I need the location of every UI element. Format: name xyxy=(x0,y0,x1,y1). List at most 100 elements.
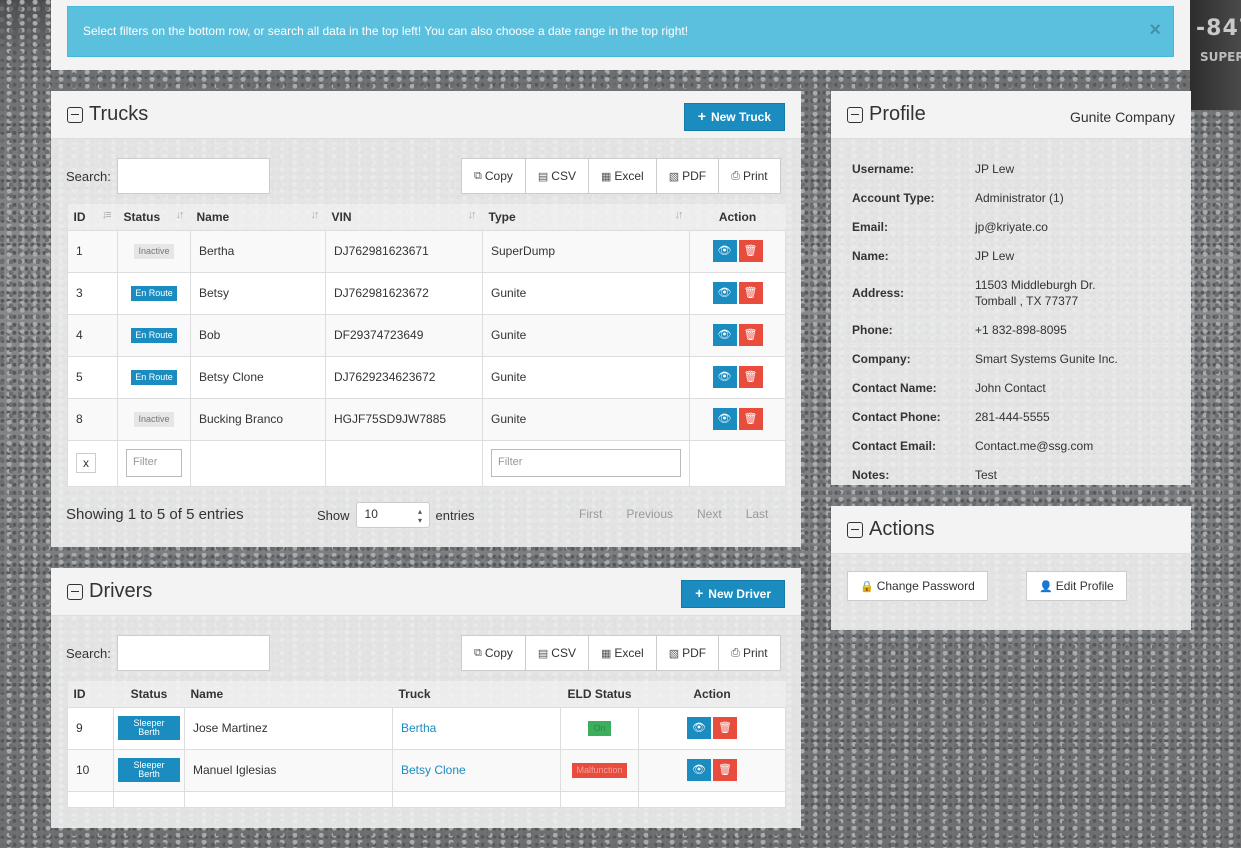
eld-status-badge: Malfunction xyxy=(572,763,627,778)
col-status[interactable]: Status ↓↑ xyxy=(117,204,191,230)
csv-button[interactable]: ▤ CSV xyxy=(524,635,589,671)
copy-button[interactable]: ⧉ Copy xyxy=(461,158,526,194)
change-password-button[interactable]: 🔒 Change Password xyxy=(847,571,988,601)
pdf-button[interactable]: ▧ PDF xyxy=(655,158,720,194)
status-badge: Inactive xyxy=(134,244,174,259)
sort-icon: ↓↑ xyxy=(310,209,320,221)
pager-previous[interactable]: Previous xyxy=(626,507,673,521)
col-name[interactable]: Name xyxy=(184,681,393,707)
actions-panel-header: Actions xyxy=(831,506,1191,554)
col-action: Action xyxy=(638,681,786,707)
col-id[interactable]: ID ↓≡ xyxy=(67,204,118,230)
pager-last[interactable]: Last xyxy=(746,507,769,521)
status-badge: Sleeper Berth xyxy=(118,716,180,740)
col-vin[interactable]: VIN ↓↑ xyxy=(325,204,483,230)
trash-icon[interactable]: 🗑 xyxy=(738,240,763,262)
status-filter-input[interactable]: Filter xyxy=(126,449,182,477)
trash-icon[interactable]: 🗑 xyxy=(738,408,763,430)
status-badge: En Route xyxy=(131,328,177,343)
col-id[interactable]: ID xyxy=(67,681,114,707)
file-icon: ▤ xyxy=(537,170,549,183)
truck-link[interactable]: Bertha xyxy=(401,721,436,735)
page-length-select[interactable]: 10 xyxy=(355,502,430,528)
status-badge: En Route xyxy=(131,370,177,385)
print-button[interactable]: ⎙ Print xyxy=(718,158,781,194)
alert-container: Select filters on the bottom row, or sea… xyxy=(51,0,1190,70)
col-eld-status[interactable]: ELD Status xyxy=(560,681,639,707)
print-icon: ⎙ xyxy=(731,646,740,659)
pager-first[interactable]: First xyxy=(579,507,602,521)
drivers-title: Drivers xyxy=(89,580,153,602)
new-driver-button[interactable]: + New Driver xyxy=(681,580,785,608)
drivers-panel: Drivers + New Driver Search: ⧉ Copy ▤ CSV ▦… xyxy=(51,568,801,828)
excel-button[interactable]: ▦ Excel xyxy=(587,158,657,194)
sort-asc-icon: ↓≡ xyxy=(101,209,112,221)
trucks-search-input[interactable] xyxy=(116,158,270,194)
alert-text: Select filters on the bottom row, or sea… xyxy=(83,24,689,38)
col-action: Action xyxy=(689,204,786,230)
col-type[interactable]: Type ↓↑ xyxy=(482,204,690,230)
view-icon[interactable]: 👁 xyxy=(687,717,711,739)
new-truck-button[interactable]: + New Truck xyxy=(683,103,785,131)
copy-button[interactable]: ⧉ Copy xyxy=(461,635,526,671)
collapse-icon[interactable] xyxy=(67,583,83,600)
collapse-icon[interactable] xyxy=(847,106,863,123)
drivers-export-buttons: ⧉ Copy ▤ CSV ▦ Excel ▧ PDF ⎙ Print xyxy=(461,635,781,671)
profile-panel-header: Profile Gunite Company xyxy=(831,91,1191,139)
view-icon[interactable]: 👁 xyxy=(712,324,737,346)
trash-icon[interactable]: 🗑 xyxy=(738,366,763,388)
excel-icon: ▦ xyxy=(600,170,612,183)
trucks-table: ID ↓≡ Status ↓↑ Name ↓↑ VIN ↓↑ Type ↓↑ Action… xyxy=(67,204,786,487)
table-row: 9 Sleeper Berth Jose Martinez Bertha On … xyxy=(67,706,786,750)
table-row: 4 En Route Bob DF29374723649 Gunite 👁 🗑 xyxy=(67,313,786,357)
profile-panel: Profile Gunite Company Username: JP Lew A… xyxy=(831,91,1191,485)
view-icon[interactable]: 👁 xyxy=(687,759,711,781)
collapse-icon[interactable] xyxy=(847,521,863,538)
view-icon[interactable]: 👁 xyxy=(712,282,737,304)
sort-icon: ↓↑ xyxy=(175,209,185,221)
type-filter-input[interactable]: Filter xyxy=(491,449,681,477)
profile-details: Username: JP Lew Account Type: Administrat… xyxy=(846,155,1176,489)
view-icon[interactable]: 👁 xyxy=(712,408,737,430)
truck-link[interactable]: Betsy Clone xyxy=(401,763,466,777)
pdf-icon: ▧ xyxy=(668,170,680,183)
collapse-icon[interactable] xyxy=(67,106,83,123)
background-truck-number: -847 xyxy=(1196,16,1241,41)
alert-close-button[interactable]: × xyxy=(1149,19,1161,42)
trash-icon[interactable]: 🗑 xyxy=(713,759,737,781)
col-status[interactable]: Status xyxy=(113,681,185,707)
drivers-search-input[interactable] xyxy=(116,635,270,671)
trash-icon[interactable]: 🗑 xyxy=(713,717,737,739)
view-icon[interactable]: 👁 xyxy=(712,366,737,388)
user-icon: 👤 xyxy=(1039,580,1053,593)
actions-panel: Actions 🔒 Change Password 👤 Edit Profile xyxy=(831,506,1191,630)
actions-title: Actions xyxy=(869,518,935,540)
search-label: Search: xyxy=(66,645,111,661)
pager-next[interactable]: Next xyxy=(697,507,722,521)
pdf-button[interactable]: ▧ PDF xyxy=(655,635,720,671)
excel-button[interactable]: ▦ Excel xyxy=(587,635,657,671)
edit-profile-button[interactable]: 👤 Edit Profile xyxy=(1026,571,1127,601)
status-badge: En Route xyxy=(131,286,177,301)
csv-button[interactable]: ▤ CSV xyxy=(524,158,589,194)
col-truck[interactable]: Truck xyxy=(392,681,561,707)
clear-filter-button[interactable]: x xyxy=(76,453,96,473)
profile-row: Account Type: Administrator (1) xyxy=(846,184,1176,213)
plus-icon: + xyxy=(695,585,704,601)
profile-title: Profile xyxy=(869,103,926,125)
print-button[interactable]: ⎙ Print xyxy=(718,635,781,671)
view-icon[interactable]: 👁 xyxy=(712,240,737,262)
pagination: First Previous Next Last xyxy=(555,507,768,521)
drivers-table: ID Status Name Truck ELD Status Action 9… xyxy=(67,681,786,808)
pdf-icon: ▧ xyxy=(668,647,680,660)
lock-icon: 🔒 xyxy=(860,580,874,593)
col-name[interactable]: Name ↓↑ xyxy=(190,204,326,230)
profile-row: Company: Smart Systems Gunite Inc. xyxy=(846,345,1176,374)
trash-icon[interactable]: 🗑 xyxy=(738,282,763,304)
plus-icon: + xyxy=(697,108,706,124)
table-row: 8 Inactive Bucking Branco HGJF75SD9JW788… xyxy=(67,397,786,441)
trash-icon[interactable]: 🗑 xyxy=(738,324,763,346)
trucks-export-buttons: ⧉ Copy ▤ CSV ▦ Excel ▧ PDF ⎙ Print xyxy=(461,158,781,194)
sort-icon: ↓↑ xyxy=(467,209,477,221)
company-name: Gunite Company xyxy=(1069,109,1175,125)
